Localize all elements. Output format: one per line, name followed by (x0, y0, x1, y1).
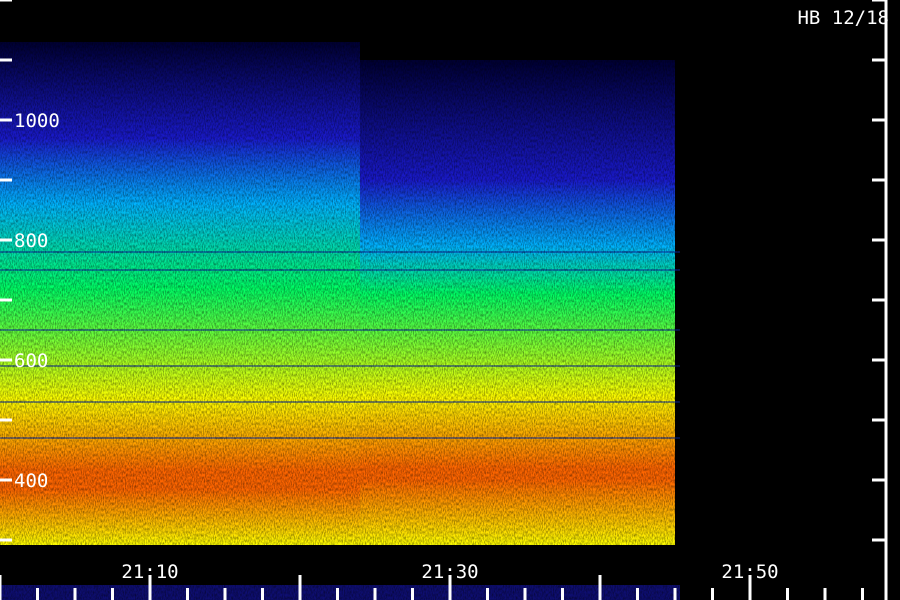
x-tick-label: 21:30 (421, 561, 478, 583)
chart-title: HB 12/18 (797, 7, 889, 29)
x-tick-label: 21:10 (121, 561, 178, 583)
speckle-overlay (0, 0, 680, 600)
y-tick-label: 1000 (14, 110, 60, 132)
y-tick-label: 600 (14, 350, 48, 372)
y-tick-label: 400 (14, 470, 48, 492)
spectrogram-chart: 400 600 800 1000 21:10 21:30 21:50 HB 12/18 (0, 0, 900, 600)
x-tick-label: 21:50 (721, 561, 778, 583)
y-tick-label: 800 (14, 230, 48, 252)
